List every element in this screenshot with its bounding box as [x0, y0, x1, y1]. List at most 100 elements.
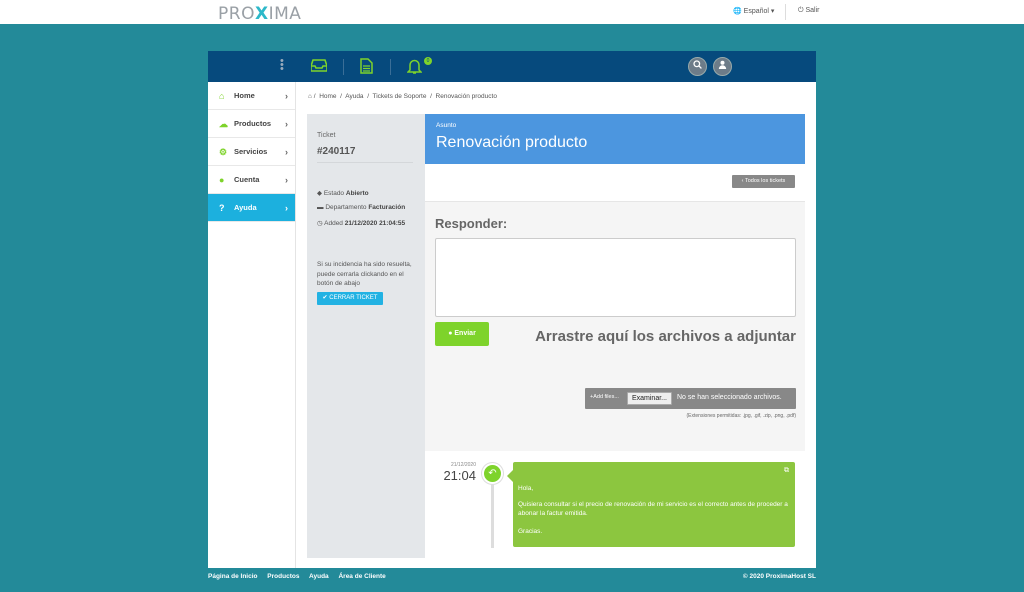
timeline-line — [491, 482, 494, 548]
ticket-added: ◷ Added 21/12/2020 21:04:55 — [317, 219, 405, 227]
ticket-label: Ticket — [317, 132, 336, 139]
sidebar: ⌂ Home › ☁ Productos › ⚙ Servicios › ● Cuenta › … — [208, 82, 296, 568]
tag-icon: ◆ — [317, 190, 322, 197]
ticket-number: #240117 — [317, 146, 356, 157]
reply-title: Responder: — [435, 216, 508, 231]
home-icon[interactable]: ⌂ — [308, 93, 312, 100]
ticket-info-panel: Ticket #240117 ◆ Estado Abierto ▬ Depart… — [307, 114, 425, 558]
expand-icon[interactable]: ⧉ — [784, 467, 789, 475]
caret-down-icon: ▾ — [770, 8, 775, 15]
reply-icon: ↶ — [482, 463, 503, 484]
bell-icon[interactable] — [406, 58, 423, 77]
globe-icon: 🌐 — [733, 8, 742, 15]
sidebar-item-label: Productos — [234, 119, 272, 128]
chevron-right-icon: › — [285, 119, 288, 129]
reply-textarea[interactable] — [435, 238, 796, 317]
divider — [317, 162, 413, 163]
reply-section: Responder: ● Enviar Arrastre aquí los ar… — [425, 201, 805, 451]
top-bar: PROXIMA 🌐 Español ▾ ⏻ Salir — [0, 0, 1024, 24]
sidebar-item-label: Ayuda — [234, 203, 257, 212]
proxima-logo[interactable]: PROXIMA — [218, 4, 301, 24]
breadcrumb-ayuda[interactable]: Ayuda — [345, 93, 363, 100]
inbox-icon[interactable] — [310, 58, 328, 75]
language-label: Español — [743, 8, 769, 15]
navbar-divider — [343, 59, 344, 75]
message-body: Quisiera consultar si el precio de renov… — [518, 501, 788, 517]
breadcrumb-current: Renovación producto — [435, 93, 497, 100]
chevron-right-icon: › — [285, 175, 288, 185]
language-dropdown[interactable]: 🌐 Español ▾ — [733, 7, 774, 15]
chevron-right-icon: › — [285, 91, 288, 101]
breadcrumb-tickets[interactable]: Tickets de Soporte — [373, 93, 427, 100]
logo-text-left: PRO — [218, 4, 255, 24]
added-label: Added — [324, 220, 343, 227]
sidebar-item-cuenta[interactable]: ● Cuenta › — [208, 166, 295, 194]
user-icon[interactable] — [713, 57, 732, 76]
footer-link-inicio[interactable]: Página de Inicio — [208, 573, 257, 580]
drop-zone-text[interactable]: Arrastre aquí los archivos a adjuntar — [525, 328, 796, 345]
navbar-divider — [390, 59, 391, 75]
help-icon: ? — [219, 203, 225, 213]
breadcrumb-separator: / — [367, 93, 369, 100]
cloud-icon: ☁ — [219, 119, 228, 129]
subject-label: Asunto — [436, 122, 457, 129]
chevron-right-icon: › — [285, 147, 288, 157]
sidebar-item-home[interactable]: ⌂ Home › — [208, 82, 295, 110]
footer-link-productos[interactable]: Productos — [267, 573, 299, 580]
close-help-text: Si su incidencia ha sido resuelta, puede… — [317, 261, 412, 287]
department-value: Facturación — [368, 204, 406, 211]
status-label: Estado — [323, 190, 345, 197]
ticket-department: ▬ Departamento Facturación — [317, 204, 405, 211]
clock-icon: ◷ — [317, 220, 323, 227]
footer-link-area-cliente[interactable]: Área de Cliente — [338, 573, 385, 580]
chevron-right-icon: › — [285, 203, 288, 213]
chevron-left-icon: ‹ — [741, 178, 744, 184]
add-files-label: Add files... — [593, 394, 619, 400]
sidebar-item-servicios[interactable]: ⚙ Servicios › — [208, 138, 295, 166]
logout-link[interactable]: ⏻ Salir — [798, 7, 820, 15]
footer-link-ayuda[interactable]: Ayuda — [309, 573, 329, 580]
status-value: Abierto — [345, 190, 369, 197]
logout-label: Salir — [805, 7, 820, 14]
sidebar-item-label: Servicios — [234, 147, 268, 156]
message-closing: Gracias. — [518, 528, 543, 535]
more-vertical-icon[interactable]: • • • — [280, 56, 284, 75]
notification-badge: 0 — [424, 57, 432, 65]
sidebar-item-productos[interactable]: ☁ Productos › — [208, 110, 295, 138]
comment-icon: ● — [448, 330, 453, 337]
send-label: Enviar — [454, 330, 476, 337]
top-divider — [785, 4, 786, 20]
close-ticket-label: CERRAR TICKET — [329, 295, 378, 301]
breadcrumb-separator: / — [313, 93, 316, 100]
no-file-text: No se han seleccionado archivos. — [677, 394, 782, 401]
send-button[interactable]: ● Enviar — [435, 322, 489, 346]
sidebar-item-label: Cuenta — [234, 175, 260, 184]
navbar: • • • 0 — [208, 51, 816, 82]
logo-text-x: X — [254, 4, 269, 24]
breadcrumb-separator: / — [430, 93, 432, 100]
browse-button[interactable]: Examinar... — [627, 392, 672, 405]
file-upload-box[interactable]: +Add files... Examinar... No se han sele… — [585, 388, 796, 409]
added-value: 21/12/2020 21:04:55 — [344, 220, 406, 227]
add-files-button[interactable]: +Add files... — [590, 394, 619, 400]
document-icon[interactable] — [360, 58, 373, 77]
copyright: © 2020 ProximaHost SL — [742, 573, 816, 580]
department-label: Departamento — [325, 204, 367, 211]
home-icon: ⌂ — [219, 91, 225, 101]
logo-text-right: IMA — [268, 4, 302, 24]
breadcrumb-home[interactable]: Home — [319, 93, 336, 100]
ticket-status: ◆ Estado Abierto — [317, 189, 369, 197]
breadcrumb: ⌂ / Home / Ayuda / Tickets de Soporte / … — [308, 93, 497, 100]
allowed-extensions: (Extensiones permitidas: .jpg, .gif, .zi… — [686, 413, 797, 419]
gear-icon: ⚙ — [219, 147, 228, 157]
power-icon: ⏻ — [798, 7, 804, 14]
sidebar-item-ayuda[interactable]: ? Ayuda › — [208, 194, 295, 222]
sidebar-item-label: Home — [234, 91, 255, 100]
footer-links: Página de Inicio Productos Ayuda Área de… — [208, 573, 394, 580]
user-icon: ● — [219, 175, 225, 185]
all-tickets-button[interactable]: ‹ Todos los tickets — [732, 175, 795, 188]
breadcrumb-separator: / — [340, 93, 342, 100]
close-ticket-button[interactable]: ✔ CERRAR TICKET — [317, 292, 383, 305]
subject-title: Renovación producto — [436, 134, 588, 151]
search-icon[interactable] — [688, 57, 707, 76]
